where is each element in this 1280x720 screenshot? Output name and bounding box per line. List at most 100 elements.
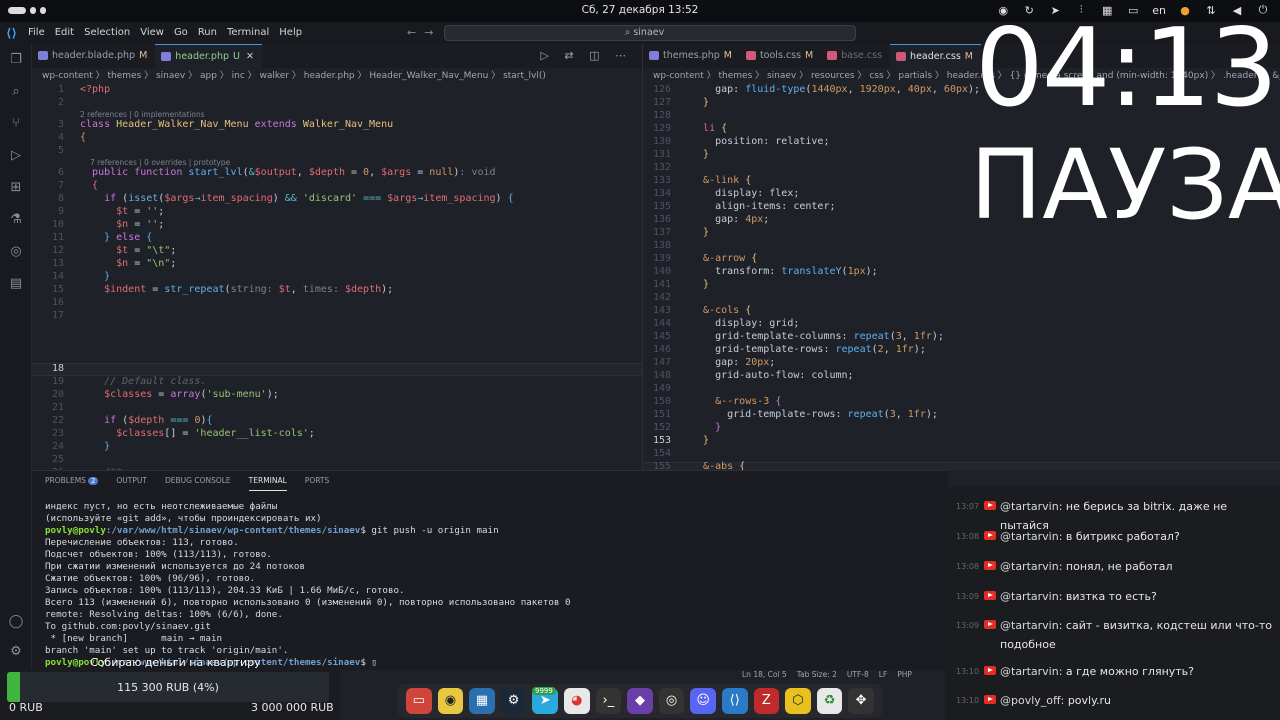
- pause-label: ПАУЗА: [970, 129, 1280, 241]
- chrome-icon[interactable]: ◕: [563, 688, 590, 714]
- terminal-line: Всего 113 (изменений 6), повторно исполь…: [45, 597, 571, 608]
- account-icon[interactable]: ◯: [8, 614, 24, 630]
- source-control-icon[interactable]: ⑂: [8, 116, 24, 132]
- stream-chat: 13:07 @tartarvin: не берись за bitrix. да…: [946, 487, 1280, 720]
- tab-label: base.css: [841, 50, 883, 61]
- files-icon[interactable]: ▭: [406, 688, 432, 714]
- tab-header-blade[interactable]: header.blade.php M: [32, 44, 155, 68]
- steam-icon[interactable]: ⚙: [500, 688, 527, 714]
- tab-label: themes.php: [663, 50, 720, 61]
- editor-actions[interactable]: ▷ ⇄ ◫ ⋯: [540, 49, 632, 62]
- chat-time: 13:08: [956, 562, 980, 571]
- left-tab-bar: header.blade.php M header.php U ✕ ▷ ⇄ ◫ ⋯: [32, 44, 642, 68]
- chat-nick: @tartarvin:: [1000, 665, 1066, 678]
- chat-body: @tartarvin: сайт - визитка, кодстеш или …: [956, 616, 1276, 654]
- prompt-user: povly@povly: [45, 525, 106, 536]
- tab-header-php[interactable]: header.php U ✕: [155, 44, 262, 68]
- filezilla-icon[interactable]: Z: [753, 688, 780, 714]
- terminal-line: To github.com:povly/sinaev.git: [45, 621, 211, 632]
- language-mode[interactable]: PHP: [897, 670, 912, 682]
- breadcrumb[interactable]: wp-content 〉 themes 〉 sinaev 〉 app 〉 inc…: [32, 68, 642, 82]
- testing-icon[interactable]: ⚗: [8, 212, 24, 228]
- status-bar-right: Ln 18, Col 5 Tab Size: 2 UTF-8 LF PHP: [642, 670, 948, 682]
- tab-header-css[interactable]: header.css M: [890, 44, 981, 68]
- command-center-search[interactable]: ⌕ sinaev: [444, 25, 856, 41]
- left-editor-group: header.blade.php M header.php U ✕ ▷ ⇄ ◫ ⋯ w…: [32, 44, 642, 470]
- menu-help[interactable]: Help: [279, 27, 302, 38]
- explorer-icon[interactable]: ❐: [8, 52, 24, 68]
- tab-label: header.css: [910, 51, 961, 62]
- chat-text: а где можно глянуть?: [1065, 665, 1195, 678]
- chat-nick: @tartarvin:: [1000, 560, 1066, 573]
- extensions-icon[interactable]: ⊞: [8, 180, 24, 196]
- search-icon[interactable]: ⌕: [8, 84, 24, 100]
- terminal-line: При сжатии изменений используется до 24 …: [45, 561, 305, 572]
- nav-arrows[interactable]: ←→: [407, 26, 441, 39]
- tab-ports[interactable]: PORTS: [305, 476, 329, 491]
- line-ending[interactable]: LF: [879, 670, 888, 682]
- goal-min: 0 RUB: [9, 701, 43, 714]
- chat-nick: @tartarvin:: [1000, 500, 1066, 513]
- menu-go[interactable]: Go: [174, 27, 188, 38]
- current-line-highlight: [32, 363, 642, 376]
- menu-terminal[interactable]: Terminal: [227, 27, 269, 38]
- beekeeper-icon[interactable]: ⬡: [785, 688, 811, 714]
- goal-max: 3 000 000 RUB: [251, 701, 334, 714]
- chat-message: 13:08 @tartarvin: в битрикс работал?: [956, 527, 1276, 546]
- tab-size[interactable]: Tab Size: 2: [797, 670, 837, 682]
- tab-untracked-mark: U: [233, 51, 240, 62]
- tab-debug-console[interactable]: DEBUG CONSOLE: [165, 476, 231, 491]
- menu-edit[interactable]: Edit: [55, 27, 74, 38]
- chat-body: @tartarvin: визтка то есть?: [956, 587, 1276, 606]
- terminal-line: Запись объектов: 100% (113/113), 204.33 …: [45, 585, 405, 596]
- app-grid-icon[interactable]: ✥: [848, 688, 874, 714]
- chat-time: 13:10: [956, 696, 980, 705]
- vscode-icon[interactable]: ⟨⟩: [721, 688, 748, 714]
- terminal-output[interactable]: индекс пуст, но есть неотслеживаемые фай…: [45, 501, 570, 669]
- run-debug-icon[interactable]: ▷: [8, 148, 24, 164]
- menu-file[interactable]: File: [28, 27, 45, 38]
- chat-time: 13:08: [956, 532, 980, 541]
- tab-tools-css[interactable]: tools.css M: [740, 44, 821, 68]
- goal-amount: 115 300 RUB (4%): [117, 681, 219, 694]
- chat-message: 13:10 @tartarvin: а где можно глянуть?: [956, 662, 1276, 681]
- code-editor-php[interactable]: 1 <?php 2 2 references | 0 implementation…: [32, 82, 642, 470]
- menu-view[interactable]: View: [140, 27, 164, 38]
- stream-timer: 04:13: [975, 6, 1278, 131]
- chat-nick: @tartarvin:: [1000, 530, 1066, 543]
- tab-modified-mark: M: [964, 51, 973, 62]
- tab-problems[interactable]: PROBLEMS 2: [45, 476, 99, 491]
- obs-icon[interactable]: ◎: [658, 688, 685, 714]
- discord-icon[interactable]: ☺: [690, 688, 716, 714]
- taskbar-dock: ▭ ◉ ▦ ⚙ ➤ ◕ ›_ ◆ ◎ ☺ ⟨⟩ Z ⬡ ♻ ✥: [398, 684, 882, 718]
- goal-progress-bar: 115 300 RUB (4%): [7, 672, 329, 702]
- chat-nick: @tartarvin:: [1000, 590, 1066, 603]
- settings-gear-icon[interactable]: ⚙: [8, 644, 24, 660]
- youtube-icon: [984, 620, 996, 629]
- telegram-badge: 9999: [532, 687, 556, 695]
- tab-label: header.blade.php: [52, 50, 136, 61]
- terminal-icon[interactable]: ›_: [595, 688, 622, 714]
- terminal-prompt-line: povly@povly:/var/www/html/sinaev/wp-cont…: [45, 525, 570, 537]
- tab-output[interactable]: OUTPUT: [116, 476, 147, 491]
- trash-icon[interactable]: ♻: [816, 688, 843, 714]
- terminal-line: remote: Resolving deltas: 100% (6/6), do…: [45, 609, 283, 620]
- remote-icon[interactable]: ◎: [8, 244, 24, 260]
- media-player-icon[interactable]: ◉: [437, 688, 464, 714]
- chat-message: 13:08 @tartarvin: понял, не работал: [956, 557, 1276, 576]
- cursor-position[interactable]: Ln 18, Col 5: [742, 670, 787, 682]
- tab-terminal[interactable]: TERMINAL: [248, 476, 287, 491]
- encoding[interactable]: UTF-8: [847, 670, 869, 682]
- tab-base-css[interactable]: base.css: [821, 44, 890, 68]
- youtube-icon: [984, 501, 996, 510]
- youtube-icon: [984, 695, 996, 704]
- menu-run[interactable]: Run: [198, 27, 217, 38]
- goal-title: Собираю деньги на квартиру: [90, 656, 261, 669]
- close-icon[interactable]: ✕: [246, 51, 254, 62]
- docker-icon[interactable]: ▤: [8, 276, 24, 292]
- tab-themes-php[interactable]: themes.php M: [643, 44, 740, 68]
- obsidian-icon[interactable]: ◆: [627, 688, 653, 714]
- menu-selection[interactable]: Selection: [84, 27, 130, 38]
- calculator-icon[interactable]: ▦: [469, 688, 495, 714]
- problems-count-badge: 2: [87, 477, 99, 485]
